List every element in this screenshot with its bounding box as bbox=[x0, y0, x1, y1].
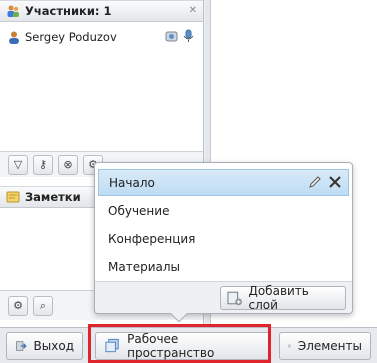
add-layer-button[interactable]: Добавить слой bbox=[220, 284, 346, 312]
notes-icon bbox=[6, 191, 20, 203]
layers-popup: Начало Обучение Конференция Материалы До… bbox=[94, 162, 353, 323]
key-icon[interactable]: ⚷ bbox=[33, 154, 53, 175]
exit-icon bbox=[16, 341, 27, 351]
participants-header: Участники: 1 ✕ bbox=[0, 0, 203, 22]
users-icon bbox=[7, 5, 19, 17]
notes-title: Заметки bbox=[25, 190, 81, 204]
exit-button[interactable]: Выход bbox=[6, 332, 83, 360]
remove-icon[interactable]: ⊗ bbox=[58, 154, 78, 175]
gear-icon[interactable]: ⚙ bbox=[8, 295, 28, 316]
add-layer-icon bbox=[227, 291, 242, 306]
add-layer-label: Добавить слой bbox=[248, 284, 309, 312]
elements-label: Элементы bbox=[297, 339, 362, 353]
layer-item-conference[interactable]: Конференция bbox=[98, 225, 349, 252]
layer-item-training[interactable]: Обучение bbox=[98, 197, 349, 224]
filter-icon[interactable]: ▽ bbox=[8, 154, 28, 175]
search-icon[interactable]: ⌕ bbox=[33, 295, 53, 316]
layer-item-start[interactable]: Начало bbox=[98, 169, 349, 196]
layer-label: Материалы bbox=[108, 259, 180, 274]
participants-title: Участники: 1 bbox=[25, 4, 112, 18]
bottom-bar: Выход Рабочее пространство Элементы bbox=[0, 327, 377, 363]
elements-icon bbox=[288, 344, 291, 348]
workspace-icon bbox=[105, 338, 119, 353]
delete-icon[interactable] bbox=[328, 175, 342, 189]
layer-label: Конференция bbox=[108, 231, 196, 246]
camera-icon[interactable] bbox=[165, 29, 178, 43]
microphone-icon[interactable] bbox=[182, 29, 195, 43]
workspace-button[interactable]: Рабочее пространство bbox=[95, 332, 271, 360]
workspace-label: Рабочее пространство bbox=[127, 332, 215, 360]
participant-name: Sergey Poduzov bbox=[25, 30, 117, 44]
elements-button[interactable]: Элементы bbox=[279, 332, 371, 360]
participant-row[interactable]: Sergey Poduzov bbox=[8, 28, 195, 46]
layers-popup-footer: Добавить слой bbox=[95, 281, 352, 313]
exit-label: Выход bbox=[33, 339, 74, 353]
layer-label: Начало bbox=[109, 175, 155, 190]
layer-label: Обучение bbox=[108, 203, 170, 218]
edit-icon[interactable] bbox=[308, 175, 322, 189]
user-avatar-icon bbox=[9, 31, 19, 44]
collapse-icon[interactable]: ✕ bbox=[189, 5, 197, 16]
layer-item-materials[interactable]: Материалы bbox=[98, 253, 349, 280]
